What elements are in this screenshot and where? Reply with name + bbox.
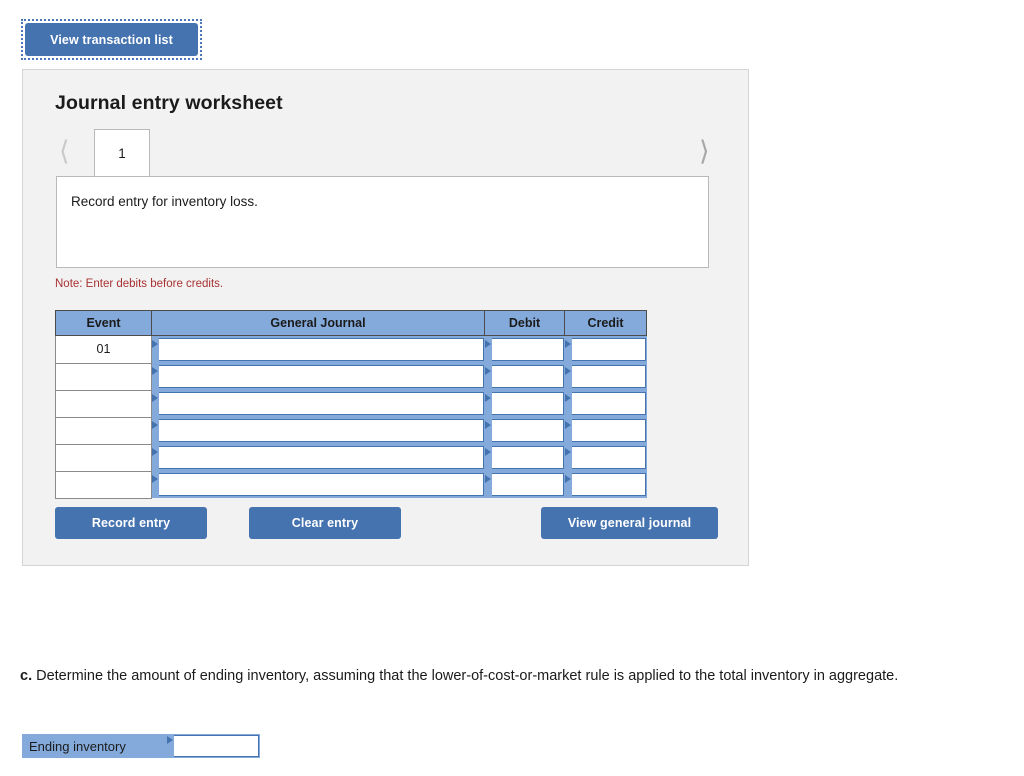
credit-input-cell[interactable] bbox=[564, 444, 647, 471]
question-c: c. Determine the amount of ending invent… bbox=[20, 666, 995, 686]
ending-inventory-input[interactable] bbox=[174, 735, 259, 757]
ending-inventory-row: Ending inventory bbox=[22, 734, 260, 758]
view-transaction-list-focus-ring: View transaction list bbox=[21, 19, 202, 60]
general-journal-input-cell[interactable] bbox=[151, 363, 485, 390]
ending-inventory-label: Ending inventory bbox=[23, 735, 167, 757]
debit-input-cell[interactable] bbox=[484, 335, 565, 363]
credit-input-cell[interactable] bbox=[564, 417, 647, 444]
debit-input[interactable] bbox=[484, 446, 564, 469]
credit-input[interactable] bbox=[564, 446, 646, 469]
credit-input[interactable] bbox=[564, 338, 646, 361]
column-header-event: Event bbox=[55, 310, 152, 336]
general-journal-input-cell[interactable] bbox=[151, 471, 485, 498]
column-header-general-journal: General Journal bbox=[151, 310, 485, 336]
page-title: Journal entry worksheet bbox=[55, 92, 283, 114]
debit-input[interactable] bbox=[484, 365, 564, 388]
debit-input-cell[interactable] bbox=[484, 444, 565, 471]
credit-input[interactable] bbox=[564, 365, 646, 388]
debit-input[interactable] bbox=[484, 473, 564, 496]
journal-entry-table-body: 01 bbox=[55, 335, 647, 499]
debit-input[interactable] bbox=[484, 392, 564, 415]
debit-input-cell[interactable] bbox=[484, 417, 565, 444]
debit-input-cell[interactable] bbox=[484, 363, 565, 390]
view-transaction-list-button[interactable]: View transaction list bbox=[25, 23, 198, 56]
worksheet-tab-strip: ⟨ 1 ⟩ bbox=[23, 129, 748, 177]
debit-input[interactable] bbox=[484, 419, 564, 442]
event-number-cell: 01 bbox=[55, 335, 152, 364]
credit-input[interactable] bbox=[564, 473, 646, 496]
table-row bbox=[55, 363, 647, 391]
general-journal-input[interactable] bbox=[152, 419, 484, 442]
credit-input-cell[interactable] bbox=[564, 390, 647, 417]
debit-input[interactable] bbox=[484, 338, 564, 361]
debit-input-cell[interactable] bbox=[484, 390, 565, 417]
event-number-cell bbox=[55, 390, 152, 418]
table-row bbox=[55, 390, 647, 418]
event-number-cell bbox=[55, 444, 152, 472]
event-number-cell bbox=[55, 471, 152, 499]
chevron-left-icon[interactable]: ⟨ bbox=[59, 137, 70, 165]
general-journal-input-cell[interactable] bbox=[151, 390, 485, 417]
question-c-marker: c. bbox=[20, 668, 33, 684]
event-number-cell bbox=[55, 363, 152, 391]
general-journal-input-cell[interactable] bbox=[151, 444, 485, 471]
table-row bbox=[55, 471, 647, 499]
debit-input-cell[interactable] bbox=[484, 471, 565, 498]
credit-input-cell[interactable] bbox=[564, 471, 647, 498]
column-header-credit: Credit bbox=[564, 310, 647, 336]
entry-description-box: Record entry for inventory loss. bbox=[56, 176, 709, 268]
record-entry-button[interactable]: Record entry bbox=[55, 507, 207, 539]
general-journal-input[interactable] bbox=[152, 446, 484, 469]
debits-before-credits-note: Note: Enter debits before credits. bbox=[55, 278, 224, 290]
table-row bbox=[55, 417, 647, 445]
general-journal-input[interactable] bbox=[152, 338, 484, 361]
general-journal-input[interactable] bbox=[152, 365, 484, 388]
chevron-right-icon[interactable]: ⟩ bbox=[699, 137, 710, 165]
column-header-debit: Debit bbox=[484, 310, 565, 336]
question-c-text: Determine the amount of ending inventory… bbox=[32, 668, 899, 684]
event-number-cell bbox=[55, 417, 152, 445]
table-row: 01 bbox=[55, 335, 647, 364]
table-row bbox=[55, 444, 647, 472]
worksheet-tab-1[interactable]: 1 bbox=[94, 129, 150, 177]
clear-entry-button[interactable]: Clear entry bbox=[249, 507, 401, 539]
general-journal-input-cell[interactable] bbox=[151, 335, 485, 363]
ending-inventory-input-cell[interactable] bbox=[167, 735, 259, 757]
view-general-journal-button[interactable]: View general journal bbox=[541, 507, 718, 539]
credit-input-cell[interactable] bbox=[564, 335, 647, 363]
credit-input[interactable] bbox=[564, 392, 646, 415]
journal-entry-worksheet-panel: Journal entry worksheet ⟨ 1 ⟩ Record ent… bbox=[22, 69, 749, 566]
credit-input[interactable] bbox=[564, 419, 646, 442]
journal-entry-table: Event General Journal Debit Credit 01 bbox=[55, 310, 647, 499]
general-journal-input[interactable] bbox=[152, 473, 484, 496]
table-header-row: Event General Journal Debit Credit bbox=[55, 310, 647, 336]
general-journal-input[interactable] bbox=[152, 392, 484, 415]
entry-description-text: Record entry for inventory loss. bbox=[71, 194, 258, 209]
general-journal-input-cell[interactable] bbox=[151, 417, 485, 444]
credit-input-cell[interactable] bbox=[564, 363, 647, 390]
